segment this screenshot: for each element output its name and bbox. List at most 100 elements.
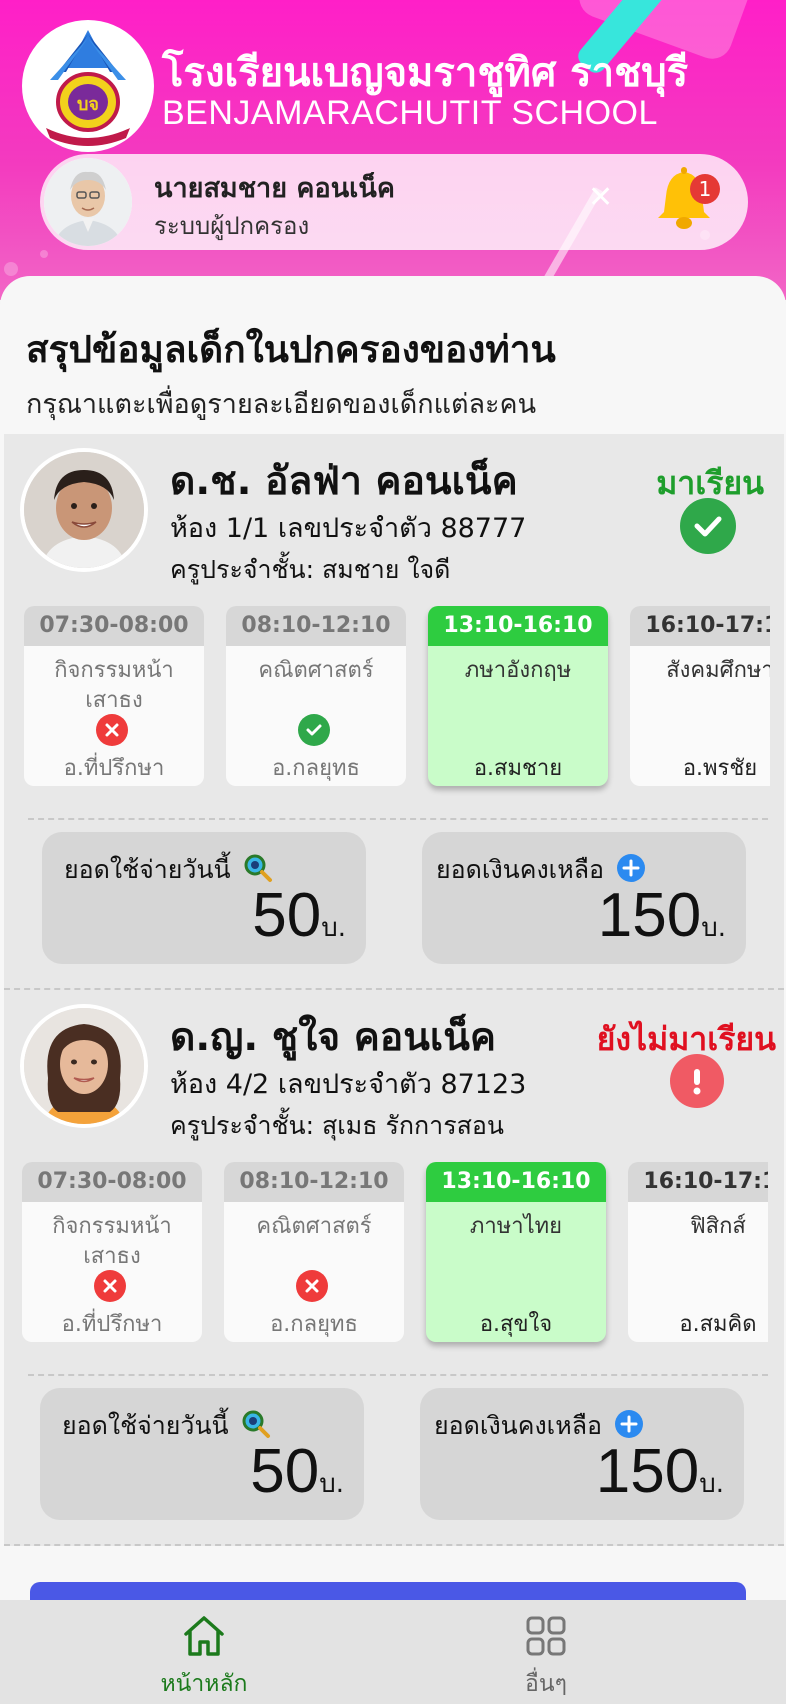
child-homeroom-teacher: ครูประจำชั้น: สมชาย ใจดี	[170, 555, 451, 584]
bottom-navigation: หน้าหลัก อื่นๆ	[0, 1600, 786, 1704]
absent-x-icon	[296, 1270, 328, 1302]
grid-icon	[526, 1616, 566, 1656]
balance-card[interactable]: ยอดเงินคงเหลือ 150บ.	[420, 1388, 744, 1520]
schedule-period[interactable]: 16:10-17:10 ฟิสิกส์ อ.สมคิด	[628, 1162, 768, 1342]
period-teacher: อ.กลยุทธ	[272, 756, 360, 781]
child-name: ด.ช. อัลฟ่า คอนเน็ค	[170, 459, 518, 504]
spending-value: 50	[250, 1437, 320, 1506]
summary-title: สรุปข้อมูลเด็กในปกครองของท่าน	[26, 328, 556, 371]
period-subject: คณิตศาสตร์	[258, 658, 374, 683]
nav-home-label: หน้าหลัก	[160, 1671, 248, 1697]
home-icon	[184, 1616, 224, 1656]
spending-label: ยอดใช้จ่ายวันนี้	[64, 850, 273, 890]
period-teacher: อ.สมชาย	[473, 756, 563, 781]
currency-unit: บ.	[319, 1469, 344, 1499]
spending-value: 50	[252, 881, 322, 950]
child-photo[interactable]	[20, 1004, 148, 1128]
period-time: 08:10-12:10	[226, 606, 406, 646]
period-subject: กิจกรรมหน้าเสาธง	[54, 658, 174, 713]
nav-home[interactable]: หน้าหลัก	[124, 1612, 284, 1702]
absent-x-icon	[96, 714, 128, 746]
schedule-period-current[interactable]: 13:10-16:10 ภาษาไทย อ.สุขใจ	[426, 1162, 606, 1342]
notification-badge: 1	[690, 174, 720, 204]
period-subject: กิจกรรมหน้าเสาธง	[52, 1214, 172, 1269]
period-teacher: อ.ที่ปรึกษา	[63, 756, 165, 781]
period-time: 07:30-08:00	[24, 606, 204, 646]
schedule-strip[interactable]: 07:30-08:00 กิจกรรมหน้าเสาธง อ.ที่ปรึกษา…	[22, 1162, 768, 1352]
child-photo-boy-icon	[24, 452, 144, 568]
child-name: ด.ญ. ชูใจ คอนเน็ค	[170, 1015, 496, 1060]
spending-label-text: ยอดใช้จ่ายวันนี้	[62, 1411, 229, 1440]
currency-unit: บ.	[699, 1469, 724, 1499]
period-teacher: อ.สุขใจ	[479, 1312, 553, 1337]
balance-value: 150	[595, 1437, 700, 1506]
period-time: 13:10-16:10	[426, 1162, 606, 1202]
nav-other[interactable]: อื่นๆ	[466, 1612, 626, 1702]
balance-label-text: ยอดเงินคงเหลือ	[436, 855, 605, 884]
balance-amount: 150บ.	[598, 880, 726, 951]
balance-label-text: ยอดเงินคงเหลือ	[434, 1411, 603, 1440]
school-logo: บจ	[22, 20, 154, 152]
header-decoration	[4, 262, 18, 276]
period-subject: ภษาอังกฤษ	[464, 658, 572, 683]
period-time: 13:10-16:10	[428, 606, 608, 646]
child-card[interactable]: ด.ญ. ชูใจ คอนเน็ค ห้อง 4/2 เลขประจำตัว 8…	[4, 990, 784, 1546]
period-subject: ฟิสิกส์	[690, 1214, 746, 1239]
nav-other-label: อื่นๆ	[525, 1671, 567, 1697]
user-profile-card[interactable]: นายสมชาย คอนเน็ค ระบบผู้ปกครอง ✕ 1	[40, 154, 748, 250]
absent-x-icon	[94, 1270, 126, 1302]
school-name-english: BENJAMARACHUTIT SCHOOL	[162, 94, 658, 132]
balance-card[interactable]: ยอดเงินคงเหลือ 150บ.	[422, 832, 746, 964]
main-content: สรุปข้อมูลเด็กในปกครองของท่าน กรุณาแตะเพ…	[0, 276, 786, 1616]
balance-value: 150	[597, 881, 702, 950]
child-photo-girl-icon	[24, 1008, 144, 1124]
currency-unit: บ.	[321, 913, 346, 943]
close-icon[interactable]: ✕	[588, 180, 613, 215]
spending-amount: 50บ.	[250, 1436, 344, 1507]
schedule-period[interactable]: 08:10-12:10 คณิตศาสตร์ อ.กลยุทธ	[224, 1162, 404, 1342]
period-time: 16:10-17:10	[630, 606, 770, 646]
present-check-icon	[298, 714, 330, 746]
school-crest-icon: บจ	[46, 30, 130, 146]
daily-spending-card[interactable]: ยอดใช้จ่ายวันนี้ 50บ.	[40, 1388, 364, 1520]
child-homeroom-teacher: ครูประจำชั้น: สุเมธ รักการสอน	[170, 1111, 505, 1140]
app-header: บจ โรงเรียนเบญจมราชูทิศ ราชบุรี BENJAMAR…	[0, 0, 786, 300]
child-card[interactable]: ด.ช. อัลฟ่า คอนเน็ค ห้อง 1/1 เลขประจำตัว…	[4, 434, 784, 990]
balance-amount: 150บ.	[596, 1436, 724, 1507]
period-teacher: อ.กลยุทธ	[270, 1312, 358, 1337]
schedule-period[interactable]: 07:30-08:00 กิจกรรมหน้าเสาธง อ.ที่ปรึกษา	[22, 1162, 202, 1342]
period-subject: สังคมศึกษา	[666, 658, 770, 683]
period-teacher: อ.สมคิด	[679, 1312, 757, 1337]
child-photo[interactable]	[20, 448, 148, 572]
period-time: 08:10-12:10	[224, 1162, 404, 1202]
divider	[28, 1374, 768, 1376]
user-name: นายสมชาย คอนเน็ค	[154, 173, 395, 204]
spending-amount: 50บ.	[252, 880, 346, 951]
child-room-id: ห้อง 1/1 เลขประจำตัว 88777	[170, 513, 527, 544]
currency-unit: บ.	[701, 913, 726, 943]
period-subject: ภาษาไทย	[469, 1214, 563, 1239]
schedule-period[interactable]: 07:30-08:00 กิจกรรมหน้าเสาธง อ.ที่ปรึกษา	[24, 606, 204, 786]
period-time: 16:10-17:10	[628, 1162, 768, 1202]
svg-text:บจ: บจ	[77, 94, 99, 115]
header-decoration	[40, 250, 48, 258]
spending-label: ยอดใช้จ่ายวันนี้	[62, 1406, 271, 1446]
schedule-strip[interactable]: 07:30-08:00 กิจกรรมหน้าเสาธง อ.ที่ปรึกษา…	[24, 606, 770, 796]
daily-spending-card[interactable]: ยอดใช้จ่ายวันนี้ 50บ.	[42, 832, 366, 964]
summary-subtitle: กรุณาแตะเพื่อดูรายละเอียดของเด็กแต่ละคน	[26, 389, 537, 420]
alert-circle-icon	[670, 1054, 724, 1108]
spending-label-text: ยอดใช้จ่ายวันนี้	[64, 855, 231, 884]
user-avatar[interactable]	[44, 158, 132, 246]
period-teacher: อ.ที่ปรึกษา	[61, 1312, 163, 1337]
period-teacher: อ.พรชัย	[682, 756, 758, 781]
period-subject: คณิตศาสตร์	[256, 1214, 372, 1239]
child-room-id: ห้อง 4/2 เลขประจำตัว 87123	[170, 1069, 527, 1100]
user-avatar-icon	[44, 158, 132, 246]
user-role: ระบบผู้ปกครอง	[154, 212, 310, 240]
period-time: 07:30-08:00	[22, 1162, 202, 1202]
divider	[28, 818, 768, 820]
schedule-period[interactable]: 08:10-12:10 คณิตศาสตร์ อ.กลยุทธ	[226, 606, 406, 786]
check-circle-icon	[680, 498, 736, 554]
schedule-period[interactable]: 16:10-17:10 สังคมศึกษา อ.พรชัย	[630, 606, 770, 786]
schedule-period-current[interactable]: 13:10-16:10 ภษาอังกฤษ อ.สมชาย	[428, 606, 608, 786]
